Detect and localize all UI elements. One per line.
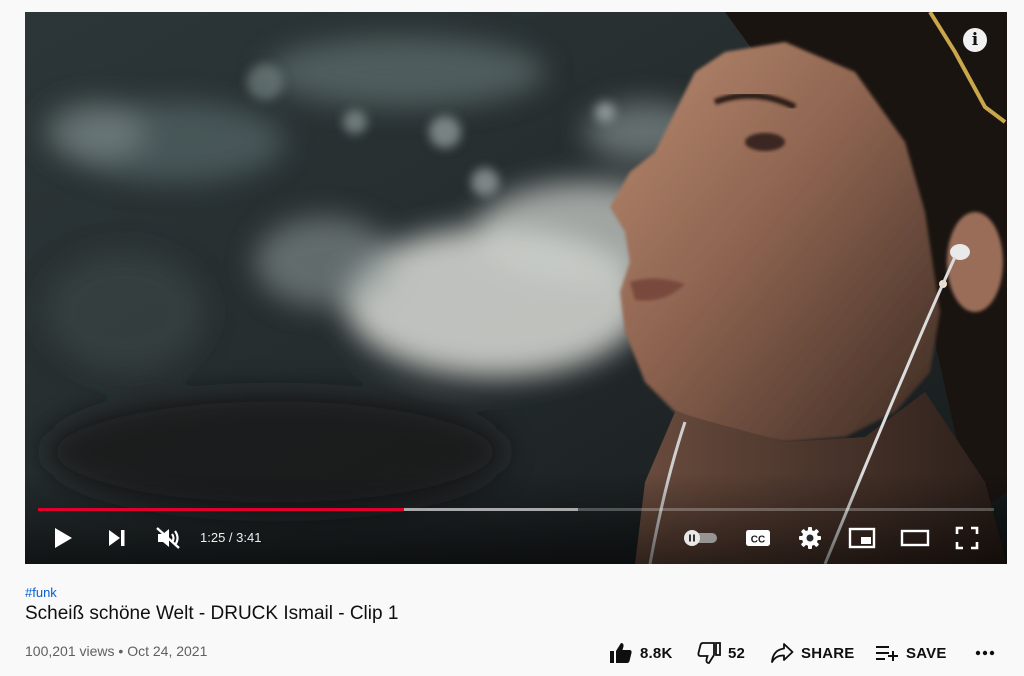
like-count: 8.8K (640, 644, 673, 662)
progress-bar[interactable] (38, 508, 994, 511)
view-count: 100,201 views (25, 643, 115, 659)
dislike-count: 52 (728, 644, 746, 662)
video-player[interactable]: i 1:25 / 3:41 CC (25, 12, 1007, 564)
meta-separator: • (118, 643, 124, 659)
fullscreen-icon (955, 526, 979, 550)
hashtag-link[interactable]: #funk (25, 585, 57, 600)
video-meta: 100,201 views • Oct 24, 2021 (25, 643, 207, 659)
muted-volume-icon (156, 527, 180, 549)
play-button[interactable] (51, 524, 75, 552)
next-button[interactable] (105, 524, 129, 552)
time-display: 1:25 / 3:41 (200, 528, 261, 548)
autoplay-toggle[interactable] (681, 524, 721, 552)
share-icon (771, 643, 794, 663)
miniplayer-icon (848, 527, 876, 549)
more-icon (975, 650, 995, 656)
share-label: SHARE (801, 644, 855, 662)
save-button[interactable]: SAVE (875, 638, 947, 668)
like-button[interactable]: 8.8K (609, 638, 673, 668)
dislike-button[interactable]: 52 (697, 638, 745, 668)
settings-button[interactable] (796, 524, 824, 552)
captions-button[interactable]: CC (743, 524, 773, 552)
fullscreen-button[interactable] (953, 524, 981, 552)
info-icon[interactable]: i (963, 28, 987, 52)
thumbs-up-icon (610, 643, 632, 663)
upload-date: Oct 24, 2021 (127, 643, 208, 659)
autoplay-toggle-icon (684, 530, 717, 546)
progress-played (38, 508, 405, 511)
captions-icon: CC (746, 530, 770, 546)
share-button[interactable]: SHARE (770, 638, 855, 668)
save-label: SAVE (906, 644, 947, 662)
play-icon (55, 528, 72, 548)
theater-mode-icon (900, 529, 930, 547)
mute-button[interactable] (155, 524, 181, 552)
playlist-add-icon (876, 646, 898, 661)
miniplayer-button[interactable] (847, 524, 877, 552)
thumbs-down-icon (697, 642, 721, 664)
next-icon (109, 530, 125, 546)
video-title: Scheiß schöne Welt - DRUCK Ismail - Clip… (25, 603, 399, 624)
theater-mode-button[interactable] (899, 524, 931, 552)
time-separator: / (225, 530, 237, 545)
time-current: 1:25 (200, 530, 226, 545)
captions-label: CC (751, 535, 765, 546)
time-total: 3:41 (236, 530, 262, 545)
more-actions-button[interactable] (974, 638, 996, 668)
settings-icon (799, 527, 821, 549)
